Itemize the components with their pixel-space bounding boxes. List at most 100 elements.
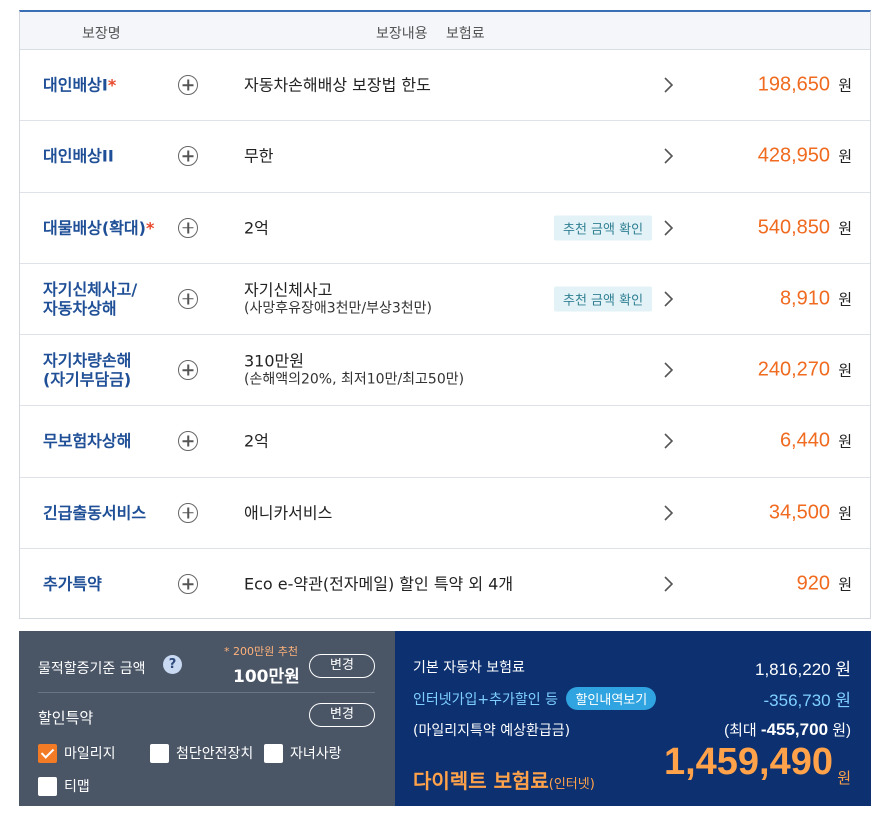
checkbox-tmap-box[interactable]	[38, 776, 57, 796]
table-row[interactable]: 자기차량손해 (자기부담금) 310만원 (손해액의20%, 최저10만/최고50만…	[20, 335, 870, 407]
coverage-content-main: 자기신체사고	[244, 280, 333, 300]
table-row[interactable]: 추가특약 Eco e-약관(전자메일) 할인 특약 외 4개 920 원	[20, 549, 870, 620]
table-row[interactable]: 무보험차상해 2억 6,440 원	[20, 406, 870, 478]
coverage-name-text: 대물배상(확대)	[43, 218, 146, 238]
base-premium-value: 1,816,220 원	[755, 660, 851, 679]
recommend-amount-button[interactable]: 추천 금액 확인	[554, 286, 653, 312]
expand-plus-icon[interactable]	[178, 75, 198, 96]
currency-unit: 원	[838, 76, 852, 95]
expand-plus-icon[interactable]	[178, 360, 198, 381]
refund-row: (마일리지특약 예상환급금) (최대 -455,700 원)	[413, 720, 851, 740]
refund-value: (최대 -455,700 원)	[724, 719, 851, 740]
coverage-name-text: 대인배상I	[43, 75, 108, 95]
coverage-content-main: 2억	[244, 218, 269, 238]
table-row[interactable]: 대인배상II 무한 428,950 원	[20, 121, 870, 193]
coverage-name: 자기차량손해 (자기부담금)	[43, 351, 183, 389]
checkbox-mileage-box[interactable]	[38, 743, 57, 763]
refund-label: (마일리지특약 예상환급금)	[413, 723, 571, 739]
premium-amount: 6,440	[779, 429, 830, 452]
total-label: 다이렉트 보험료	[413, 769, 549, 793]
expand-plus-icon[interactable]	[178, 288, 198, 309]
base-premium-label: 기본 자동차 보험료	[413, 660, 525, 676]
mileage-basis-label: 물적할증기준 금액	[38, 661, 146, 677]
table-row[interactable]: 긴급출동서비스 애니카서비스 34,500 원	[20, 478, 870, 549]
currency-unit: 원	[838, 219, 852, 238]
checkbox-mileage[interactable]: 마일리지	[38, 743, 116, 763]
currency-unit: 원	[838, 290, 852, 309]
chevron-right-icon[interactable]	[663, 575, 675, 593]
mileage-basis-value: 100만원	[233, 667, 300, 687]
required-star: *	[145, 218, 155, 238]
coverage-content-main: 310만원	[244, 351, 304, 371]
checkbox-mileage-label: 마일리지	[64, 746, 116, 762]
header-name: 보장명	[82, 26, 121, 42]
recommend-amount-button[interactable]: 추천 금액 확인	[554, 215, 653, 241]
chevron-right-icon[interactable]	[663, 76, 675, 94]
currency-unit: 원	[838, 575, 852, 594]
change-basis-button[interactable]: 변경	[309, 654, 375, 678]
table-row[interactable]: 대물배상(확대)* 2억 추천 금액 확인 540,850 원	[20, 193, 870, 264]
coverage-content: 2억	[244, 218, 269, 237]
chevron-right-icon[interactable]	[663, 290, 675, 308]
refund-amount: -455,700	[760, 720, 829, 739]
total-row: 다이렉트 보험료(인터넷) 1,459,490 원	[413, 741, 851, 794]
discount-row: 인터넷가입+추가할인 등 할인내역보기 -356,730 원	[413, 687, 851, 710]
coverage-table: 보장명 보장내용 보험료 대인배상I* 자동차손해배상 보장법 한도 198,650…	[19, 10, 871, 619]
coverage-name: 대인배상II	[43, 147, 183, 166]
expand-plus-icon[interactable]	[178, 502, 198, 523]
divider	[38, 692, 375, 693]
checkbox-safety-device-box[interactable]	[150, 743, 169, 763]
coverage-name: 추가특약	[43, 575, 183, 594]
chevron-right-icon[interactable]	[663, 219, 675, 237]
coverage-content-sub: (사망후유장애3천만/부상3천만)	[244, 300, 433, 317]
chevron-right-icon[interactable]	[663, 432, 675, 450]
coverage-name: 자기신체사고/ 자동차상해	[43, 280, 183, 318]
coverage-content: 자기신체사고 (사망후유장애3천만/부상3천만)	[244, 280, 432, 317]
premium-amount: 240,270	[757, 358, 830, 381]
chevron-right-icon[interactable]	[663, 361, 675, 379]
coverage-content-main: Eco e-약관(전자메일) 할인 특약 외 4개	[244, 574, 514, 594]
checkbox-tmap-label: 티맵	[64, 779, 90, 795]
change-discount-button[interactable]: 변경	[309, 703, 375, 727]
coverage-content: 310만원 (손해액의20%, 최저10만/최고50만)	[244, 352, 464, 389]
refund-prefix: (최대	[724, 722, 761, 739]
premium-amount: 34,500	[768, 501, 830, 524]
coverage-content-sub: (손해액의20%, 최저10만/최고50만)	[244, 371, 465, 388]
premium-amount: 920	[796, 572, 830, 595]
coverage-name: 무보험차상해	[43, 432, 183, 451]
checkbox-safety-device[interactable]: 첨단안전장치	[150, 743, 253, 763]
checkbox-child-love[interactable]: 자녀사랑	[264, 743, 342, 763]
coverage-name-text: 무보험차상해	[43, 431, 132, 451]
table-row[interactable]: 자기신체사고/ 자동차상해 자기신체사고 (사망후유장애3천만/부상3천만) 추천 금…	[20, 264, 870, 335]
discount-rider-label: 할인특약	[38, 709, 94, 727]
expand-plus-icon[interactable]	[178, 574, 198, 595]
premium-amount: 198,650	[757, 73, 830, 96]
coverage-content-main: 2억	[244, 431, 269, 451]
expand-plus-icon[interactable]	[178, 146, 198, 167]
table-body: 대인배상I* 자동차손해배상 보장법 한도 198,650 원 대인배상II 무한 428,…	[20, 50, 870, 620]
coverage-content-main: 자동차손해배상 보장법 한도	[244, 75, 431, 95]
chevron-right-icon[interactable]	[663, 504, 675, 522]
currency-unit: 원	[838, 147, 852, 166]
coverage-content-main: 애니카서비스	[244, 503, 333, 523]
coverage-name: 대인배상I*	[43, 76, 183, 95]
options-panel: 물적할증기준 금액 ? * 200만원 추천 100만원 변경 할인특약 변경 …	[19, 631, 395, 806]
coverage-content: 무한	[244, 147, 273, 166]
header-premium: 보험료	[446, 26, 485, 42]
checkbox-child-love-box[interactable]	[264, 743, 283, 763]
coverage-name-text: 자기차량손해 (자기부담금)	[43, 351, 132, 390]
discount-label: 인터넷가입+추가할인 등	[413, 692, 558, 708]
checkbox-tmap[interactable]: 티맵	[38, 776, 90, 796]
coverage-name-text: 추가특약	[43, 574, 102, 594]
expand-plus-icon[interactable]	[178, 217, 198, 238]
expand-plus-icon[interactable]	[178, 431, 198, 452]
coverage-content: 2억	[244, 432, 269, 451]
help-icon[interactable]: ?	[163, 655, 182, 674]
table-header: 보장명 보장내용 보험료	[20, 12, 870, 50]
discount-detail-button[interactable]: 할인내역보기	[566, 687, 657, 710]
table-row[interactable]: 대인배상I* 자동차손해배상 보장법 한도 198,650 원	[20, 50, 870, 122]
premium-amount: 8,910	[779, 287, 830, 310]
currency-unit: 원	[838, 361, 852, 380]
chevron-right-icon[interactable]	[663, 147, 675, 165]
premium-summary-panel: 기본 자동차 보험료 1,816,220 원 인터넷가입+추가할인 등 할인내역…	[395, 631, 871, 806]
